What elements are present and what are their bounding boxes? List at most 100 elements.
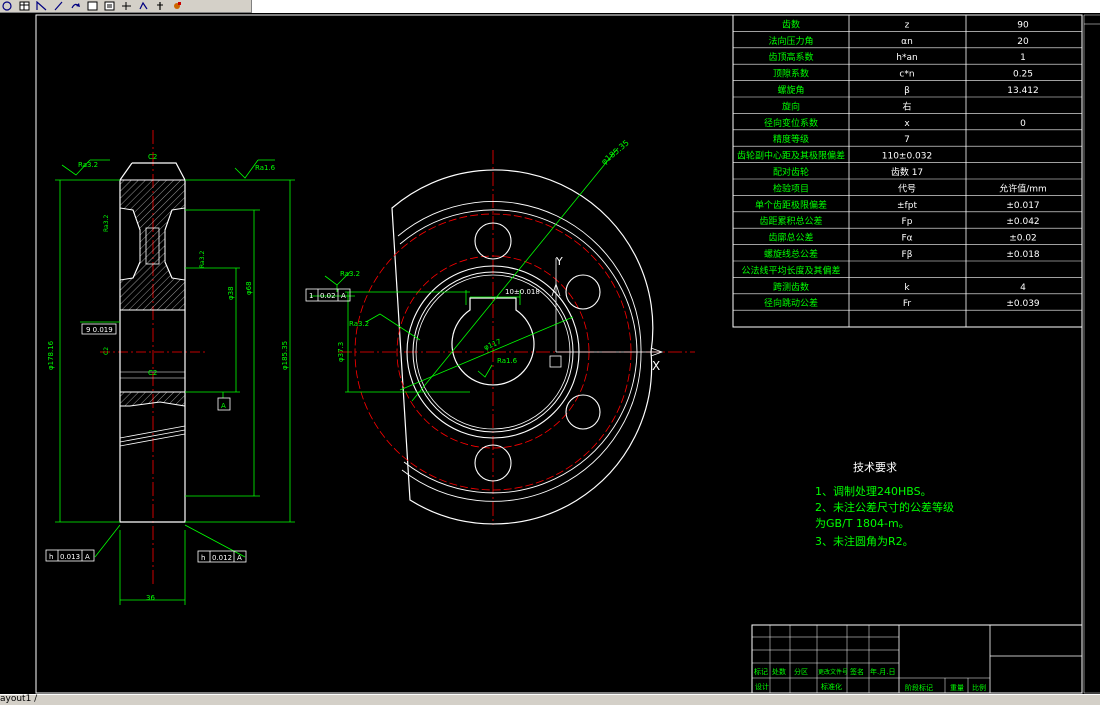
param-symbol: 代号 bbox=[898, 183, 916, 194]
param-name: 跨测齿数 bbox=[773, 281, 809, 293]
tb-stage: 阶段标记 bbox=[905, 683, 933, 692]
side-dim-root: φ178.16 bbox=[47, 340, 55, 370]
angular-dim-icon[interactable] bbox=[36, 1, 47, 11]
circle-tool-icon[interactable] bbox=[2, 1, 13, 11]
param-symbol: x bbox=[904, 119, 910, 129]
tb-change: 更改文件号 bbox=[818, 668, 848, 676]
redo-icon[interactable] bbox=[70, 1, 81, 11]
param-name: 配对齿轮 bbox=[773, 166, 809, 178]
param-name: 旋向 bbox=[782, 100, 800, 112]
param-value: 0 bbox=[1020, 119, 1026, 129]
title-block: 标记 处数 分区 更改文件号 签名 年.月.日 设计 标准化 阶段标记 重量 比… bbox=[751, 624, 1083, 694]
front-dim-bore: φ37.3 bbox=[337, 342, 345, 362]
image-tool-icon[interactable] bbox=[172, 1, 183, 11]
front-ra-bore: Ra1.6 bbox=[497, 357, 518, 365]
svg-text:A: A bbox=[341, 292, 346, 300]
front-axis-x: X bbox=[652, 359, 660, 373]
tb-standard: 标准化 bbox=[821, 682, 842, 691]
tb-scale: 比例 bbox=[972, 683, 986, 692]
insert-icon[interactable] bbox=[155, 1, 166, 11]
tech-req-line3: 为GB/T 1804-m。 bbox=[815, 517, 910, 530]
side-chamfer-top: C2 bbox=[148, 153, 157, 161]
param-symbol: ±fpt bbox=[897, 201, 917, 211]
param-symbol: 右 bbox=[902, 100, 911, 112]
side-chamfer: C2 bbox=[103, 347, 110, 355]
param-name: 螺旋角 bbox=[777, 84, 804, 96]
param-name: 检验项目 bbox=[773, 182, 809, 194]
tb-sign: 签名 bbox=[850, 667, 864, 676]
param-value: ±0.042 bbox=[1006, 217, 1039, 227]
front-ra-key: Ra3.2 bbox=[349, 320, 369, 328]
tech-req-line2: 2、未注公差尺寸的公差等级 bbox=[815, 500, 954, 514]
param-name: 顶隙系数 bbox=[773, 68, 809, 80]
move-tool-icon[interactable] bbox=[121, 1, 132, 11]
param-name: 精度等级 bbox=[773, 133, 809, 145]
svg-text:0.013: 0.013 bbox=[60, 553, 80, 561]
side-note-left: 9 0.019 bbox=[86, 326, 113, 334]
param-name: 齿数 bbox=[782, 18, 800, 30]
param-value: ±0.02 bbox=[1009, 234, 1037, 244]
tech-req-title: 技术要求 bbox=[853, 461, 897, 474]
param-name: 法向压力角 bbox=[768, 35, 813, 47]
param-symbol: c*n bbox=[899, 70, 914, 80]
param-symbol: z bbox=[905, 20, 910, 30]
side-dim-bore: φ38 bbox=[227, 286, 235, 300]
tb-zone: 分区 bbox=[794, 667, 808, 676]
side-dim-hub: φ68 bbox=[245, 281, 253, 295]
line-tool-icon[interactable] bbox=[53, 1, 64, 11]
tech-req-line1: 1、调制处理240HBS。 bbox=[815, 485, 932, 498]
drawing-canvas[interactable]: 齿数 z 90 法向压力角 αn 20 齿顶高系数 h*an 1 顶隙系数 c*n 0.25 螺旋角 β 1… bbox=[0, 13, 1100, 694]
svg-text:1: 1 bbox=[309, 292, 313, 300]
side-ra-side: Ra3.2 bbox=[199, 251, 206, 268]
block-tool-icon[interactable] bbox=[104, 1, 115, 11]
param-value: ±0.018 bbox=[1006, 250, 1040, 260]
param-symbol: αn bbox=[901, 37, 913, 47]
tb-design: 设计 bbox=[755, 682, 769, 691]
svg-text:A: A bbox=[85, 553, 90, 561]
param-value: 20 bbox=[1017, 37, 1029, 47]
param-symbol: 齿数 17 bbox=[891, 166, 923, 178]
param-symbol: h*an bbox=[896, 53, 917, 63]
front-dim-diag: φ185.35 bbox=[600, 138, 631, 166]
param-name: 齿距累积总公差 bbox=[759, 215, 822, 227]
drawing-frame bbox=[35, 14, 1083, 694]
param-symbol: Fβ bbox=[902, 250, 913, 260]
window-top-strip bbox=[252, 0, 1100, 13]
front-ra-left: Ra3.2 bbox=[340, 270, 360, 278]
rect-tool-icon[interactable] bbox=[87, 1, 98, 11]
param-symbol: Fr bbox=[903, 299, 912, 309]
side-datum-a: A bbox=[221, 402, 226, 410]
param-name: 公法线平均长度及其偏差 bbox=[741, 264, 840, 276]
param-value: 1 bbox=[1020, 53, 1026, 63]
param-value: 允许值/mm bbox=[999, 182, 1047, 194]
front-view: Y X φ185.35 10±0.018 φ37.3 φ117 Ra3.2 Ra… bbox=[305, 138, 695, 525]
param-symbol: 7 bbox=[904, 135, 910, 145]
param-symbol: Fp bbox=[902, 217, 913, 227]
param-name: 螺旋线总公差 bbox=[764, 248, 818, 260]
side-section-view: Ra3.2 Ra1.6 C2 C2 36 φ178.16 φ185.35 φ68… bbox=[45, 130, 295, 605]
tech-req-line4: 3、未注圆角为R2。 bbox=[815, 534, 914, 548]
svg-text:A: A bbox=[237, 554, 242, 562]
tb-date: 年.月.日 bbox=[870, 667, 895, 676]
side-ra-top: Ra3.2 bbox=[78, 161, 98, 169]
svg-text:h: h bbox=[201, 554, 205, 562]
param-symbol: 110±0.032 bbox=[882, 152, 932, 162]
param-name: 齿顶高系数 bbox=[768, 51, 813, 63]
gear-params-table: 齿数 z 90 法向压力角 αn 20 齿顶高系数 h*an 1 顶隙系数 c*n 0.25 螺旋角 β 1… bbox=[732, 14, 1083, 328]
svg-text:0.012: 0.012 bbox=[212, 554, 232, 562]
rotate-tool-icon[interactable] bbox=[138, 1, 149, 11]
front-dim-phi: φ117 bbox=[483, 338, 503, 352]
table-tool-icon[interactable] bbox=[19, 1, 30, 11]
layout-tab[interactable]: ayout1 / bbox=[0, 694, 37, 704]
side-chamfer-bottom: C2 bbox=[148, 369, 157, 377]
tech-requirements: 技术要求 1、调制处理240HBS。 2、未注公差尺寸的公差等级 为GB/T 1… bbox=[815, 461, 954, 548]
param-value: ±0.039 bbox=[1006, 299, 1040, 309]
cad-toolbar bbox=[0, 0, 252, 13]
param-value: ±0.017 bbox=[1006, 201, 1039, 211]
side-tol-frame-a: h 0.013 A bbox=[45, 549, 95, 562]
side-ra-top2: Ra1.6 bbox=[255, 164, 276, 172]
param-name: 径向跳动公差 bbox=[764, 297, 818, 309]
tb-count: 处数 bbox=[772, 667, 786, 676]
param-value: 4 bbox=[1020, 283, 1026, 293]
side-ra-web: Ra3.2 bbox=[103, 215, 110, 232]
